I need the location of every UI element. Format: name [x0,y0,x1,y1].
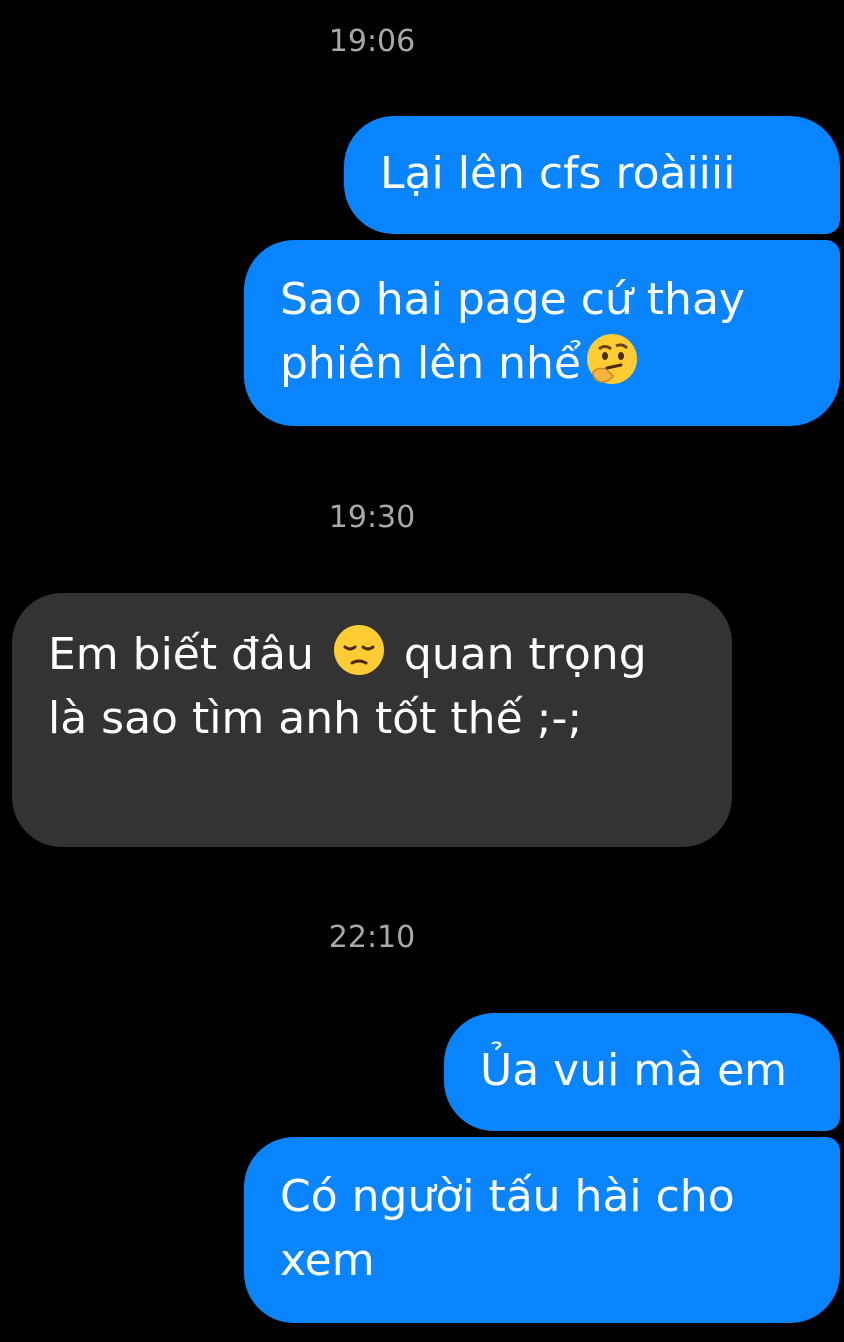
message-text: Ủa vui mà em [480,1045,788,1096]
timestamp: 19:06 [328,24,416,59]
message-bubble-sent[interactable]: Lại lên cfs roàiiii [344,116,840,234]
message-bubble-sent[interactable]: Sao hai page cứ thay phiên lên nhể [244,240,840,426]
message-text: Em biết đâu [48,629,314,680]
message-text: Sao hai page cứ thay phiên lên nhể [280,274,745,389]
message-text: Có người tấu hài cho xem [280,1171,735,1286]
thinking-face-icon [585,332,639,386]
timestamp: 19:30 [328,500,416,535]
pensive-face-icon [332,623,386,677]
timestamp: 22:10 [328,920,416,955]
chat-thread: 19:06 Lại lên cfs roàiiii Sao hai page c… [0,0,844,1342]
message-bubble-sent[interactable]: Có người tấu hài cho xem [244,1137,840,1323]
message-bubble-sent[interactable]: Ủa vui mà em [444,1013,840,1131]
message-bubble-received[interactable]: Em biết đâu quan trọng là sao tìm anh tố… [12,593,732,847]
message-text: Lại lên cfs roàiiii [380,148,736,199]
